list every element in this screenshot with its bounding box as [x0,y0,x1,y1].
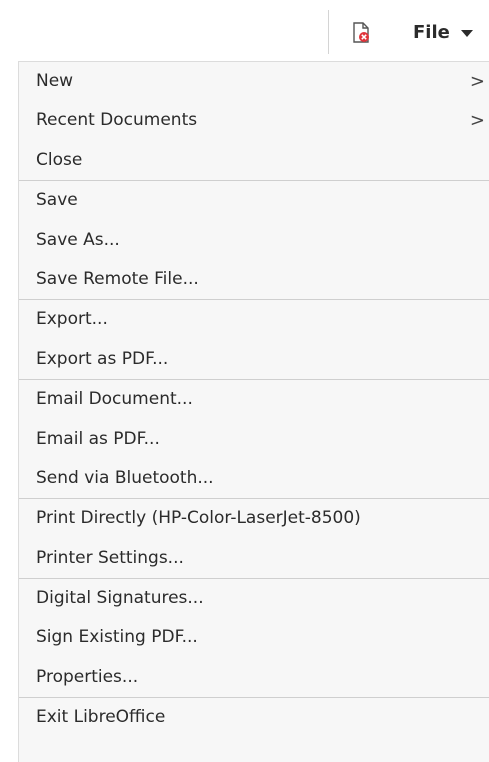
menu-item-label: Save [36,190,78,211]
menu-item-send-via-bluetooth[interactable]: Send via Bluetooth... [19,459,489,498]
menu-item-save[interactable]: Save [19,181,489,220]
menu-item-label: New [36,71,74,91]
toolbar-header: File [0,0,489,61]
menu-item-label: Recent Documents [36,110,198,131]
caret-down-icon [461,30,473,37]
menu-item-email-as-pdf[interactable]: Email as PDF... [19,420,489,459]
menu-item-label: Save Remote File... [36,268,199,289]
menu-item-print-directly-hp-color-laserjet-8500[interactable]: Print Directly (HP-Color-LaserJet-8500) [19,499,489,538]
menu-item-label: Save As... [36,229,120,250]
menu-item-exit-libreoffice[interactable]: Exit LibreOffice [19,698,489,737]
menu-item-label: Email Document... [36,389,193,410]
menu-item-label: Print Directly (HP-Color-LaserJet-8500) [36,508,361,529]
toolbar-separator [328,10,329,54]
menu-item-digital-signatures[interactable]: Digital Signatures... [19,579,489,618]
menu-item-printer-settings[interactable]: Printer Settings... [19,539,489,578]
menu-item-label: Sign Existing PDF... [36,627,198,648]
file-menu-label: File [413,22,450,43]
menu-item-label: Properties... [36,666,139,687]
menu-item-new[interactable]: New > [19,62,489,101]
menu-item-recent-documents[interactable]: Recent Documents > [19,101,489,140]
menu-item-label: Export... [36,309,108,330]
menu-item-label: Email as PDF... [36,428,160,449]
menu-item-label: Digital Signatures... [36,588,204,609]
file-menu-button[interactable]: File [400,14,489,52]
menu-item-label: Export as PDF... [36,348,169,369]
menu-item-label: Printer Settings... [36,547,184,568]
menu-item-export-as-pdf[interactable]: Export as PDF... [19,340,489,379]
menu-item-close[interactable]: Close [19,141,489,180]
menu-item-save-as[interactable]: Save As... [19,221,489,260]
document-error-icon[interactable] [352,22,370,44]
menu-item-label: Exit LibreOffice [36,707,166,728]
menu-item-save-remote-file[interactable]: Save Remote File... [19,260,489,299]
chevron-right-icon: > [469,71,485,92]
menu-item-label: Send via Bluetooth... [36,467,214,488]
menu-item-email-document[interactable]: Email Document... [19,380,489,419]
menu-item-sign-existing-pdf[interactable]: Sign Existing PDF... [19,618,489,657]
menu-item-properties[interactable]: Properties... [19,658,489,697]
chevron-right-icon: > [469,110,485,132]
menu-item-label: Close [36,149,83,170]
file-dropdown-menu: New > Recent Documents > Close Save Save As...… [18,61,489,762]
menu-item-export[interactable]: Export... [19,300,489,339]
